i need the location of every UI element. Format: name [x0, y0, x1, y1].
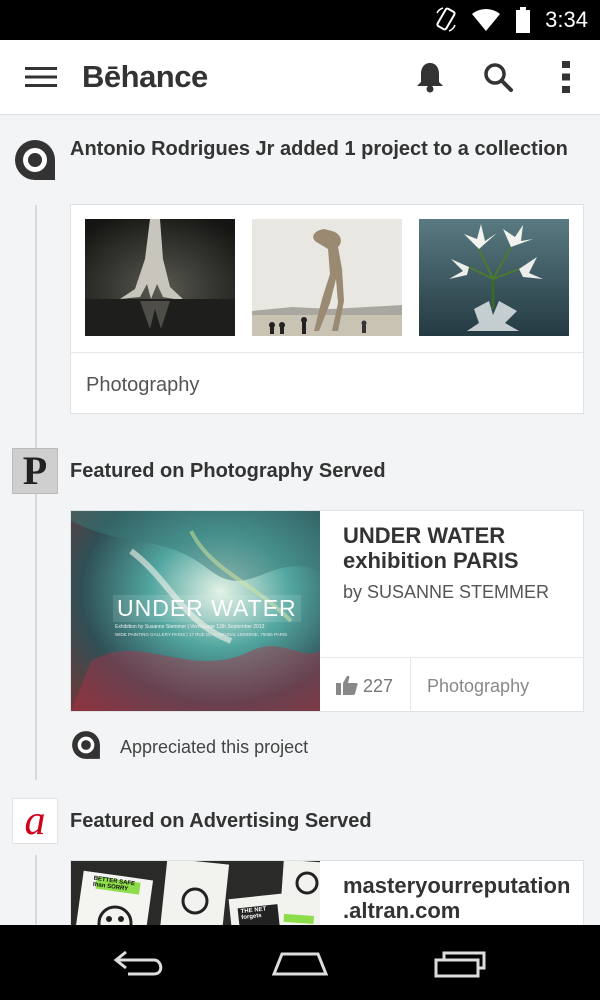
- advertising-served-icon[interactable]: a: [12, 798, 58, 844]
- photography-served-icon[interactable]: P: [12, 448, 58, 494]
- altran-cover[interactable]: BETTER SAFE than SORRY THE NET forgets: [71, 861, 320, 925]
- stats-divider: [410, 658, 411, 712]
- advertising-served-letter: a: [24, 798, 46, 844]
- timeline-line: [35, 855, 37, 925]
- appreciated-text: Appreciated this project: [120, 737, 309, 757]
- behance-user-icon[interactable]: [70, 729, 102, 761]
- under-water-cover[interactable]: UNDER WATER Exhibition by Susanne Stemme…: [71, 511, 320, 711]
- card-divider: [71, 352, 583, 353]
- status-bar: 3:34: [0, 0, 600, 40]
- app-bar-actions: [396, 40, 600, 115]
- appreciation-count: 227: [363, 676, 394, 696]
- photography-served-letter: P: [22, 448, 48, 493]
- menu-icon: [25, 67, 57, 87]
- sculpture-figure-image: [252, 219, 402, 336]
- sculpture-figure-thumbnail[interactable]: [252, 219, 402, 336]
- overflow-menu-button[interactable]: [532, 40, 600, 115]
- more-vert-icon: [562, 61, 570, 93]
- white-lilies-thumbnail[interactable]: [419, 219, 569, 336]
- project-field[interactable]: Photography: [427, 676, 529, 697]
- rotate-icon: [436, 7, 456, 32]
- project-author[interactable]: by SUSANNE STEMMER: [343, 582, 549, 603]
- thumbs-up-icon: [336, 675, 358, 695]
- app-bar: Bēhance: [0, 40, 600, 115]
- menu-button[interactable]: [0, 40, 82, 115]
- notifications-button[interactable]: [396, 40, 464, 115]
- recent-apps-icon: [434, 951, 486, 977]
- activity-title[interactable]: Antonio Rodrigues Jr added 1 project to …: [70, 137, 570, 162]
- cypress-tree-image: [85, 219, 235, 336]
- project-card[interactable]: BETTER SAFE than SORRY THE NET forgets m…: [70, 860, 584, 925]
- search-button[interactable]: [464, 40, 532, 115]
- appreciate-button[interactable]: 227: [320, 658, 410, 712]
- appreciated-row: Appreciated this project: [70, 729, 570, 763]
- timeline-line: [35, 510, 37, 780]
- battery-icon: [516, 7, 531, 33]
- project-title[interactable]: UNDER WATER exhibition PARIS: [343, 523, 568, 573]
- back-button[interactable]: [95, 925, 185, 1000]
- collection-card[interactable]: Photography: [70, 204, 584, 414]
- white-lilies-image: [419, 219, 569, 336]
- behance-logo[interactable]: Bēhance: [82, 59, 208, 95]
- project-card[interactable]: UNDER WATER Exhibition by Susanne Stemme…: [70, 510, 584, 712]
- cover-title: UNDER WATER: [113, 595, 301, 622]
- collection-label[interactable]: Photography: [86, 374, 199, 397]
- activity-feed[interactable]: Antonio Rodrigues Jr added 1 project to …: [0, 115, 600, 925]
- cypress-tree-thumbnail[interactable]: [85, 219, 235, 336]
- status-time: 3:34: [545, 7, 588, 32]
- notifications-icon: [417, 63, 443, 93]
- project-title[interactable]: masteryourreputation .altran.com: [343, 873, 578, 923]
- behance-user-icon[interactable]: [12, 137, 58, 183]
- cover-caption-2: WIDE PAINTING GALLERY PARIS | 17 RUE DU …: [115, 632, 288, 637]
- wifi-icon: [472, 8, 501, 32]
- home-icon: [271, 952, 329, 975]
- back-icon: [113, 950, 163, 975]
- home-button[interactable]: [255, 925, 345, 1000]
- cover-caption: Exhibition by Susanne Stemmer | Vernissa…: [115, 624, 265, 630]
- recent-apps-button[interactable]: [415, 925, 505, 1000]
- activity-title[interactable]: Featured on Photography Served: [70, 459, 570, 484]
- activity-title[interactable]: Featured on Advertising Served: [70, 809, 570, 834]
- system-nav-bar: [0, 925, 600, 1000]
- search-icon: [484, 63, 513, 92]
- altran-cover-image: [71, 861, 320, 925]
